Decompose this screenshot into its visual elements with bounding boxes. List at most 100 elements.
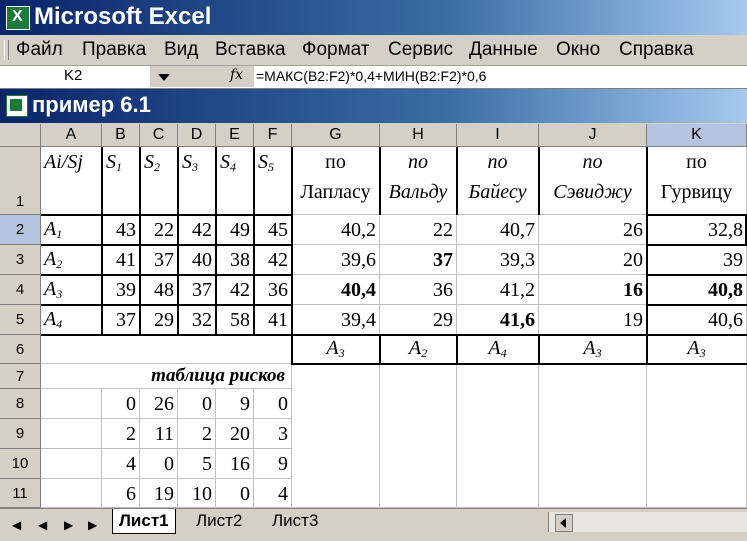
cell-g5[interactable]: 39,4 <box>292 305 380 335</box>
column-header-e[interactable]: E <box>216 124 254 147</box>
cell-j6[interactable]: A3 <box>539 335 647 364</box>
row-header-11[interactable]: 11 <box>0 479 41 508</box>
row-header-7[interactable]: 7 <box>0 364 41 389</box>
cell-c4[interactable]: 48 <box>140 275 178 305</box>
cell-e9[interactable]: 20 <box>216 419 254 449</box>
cell-a3[interactable]: A2 <box>41 245 102 275</box>
last-sheet-icon[interactable]: ▶​ <box>88 518 97 532</box>
prev-sheet-icon[interactable]: ◀ <box>38 518 47 532</box>
cell-e10[interactable]: 16 <box>216 449 254 479</box>
row-header-4[interactable]: 4 <box>0 275 41 305</box>
cell-b4[interactable]: 39 <box>102 275 140 305</box>
spreadsheet-grid[interactable]: A B C D E F G H I J K 1 2 3 4 5 6 7 8 9 … <box>0 124 747 508</box>
cell-a6-f6[interactable] <box>41 335 292 364</box>
row-header-9[interactable]: 9 <box>0 419 41 449</box>
sheet-tab-2[interactable]: Лист2 <box>190 509 248 533</box>
empty-cells-j[interactable] <box>539 364 647 508</box>
column-header-h[interactable]: H <box>380 124 457 147</box>
menu-help[interactable]: Справка <box>619 39 694 61</box>
cell-c1[interactable]: S2 <box>140 147 178 215</box>
cell-h2[interactable]: 22 <box>380 215 457 245</box>
menu-tools[interactable]: Сервис <box>388 39 453 61</box>
cell-e3[interactable]: 38 <box>216 245 254 275</box>
cell-d9[interactable]: 2 <box>178 419 216 449</box>
cell-f8[interactable]: 0 <box>254 389 292 419</box>
cell-e8[interactable]: 9 <box>216 389 254 419</box>
column-header-i[interactable]: I <box>457 124 539 147</box>
cell-d2[interactable]: 42 <box>178 215 216 245</box>
cell-j3[interactable]: 20 <box>539 245 647 275</box>
menu-insert[interactable]: Вставка <box>215 39 286 61</box>
cell-c2[interactable]: 22 <box>140 215 178 245</box>
cell-g4[interactable]: 40,4 <box>292 275 380 305</box>
cell-f4[interactable]: 36 <box>254 275 292 305</box>
row-header-5[interactable]: 5 <box>0 305 41 335</box>
row-header-2[interactable]: 2 <box>0 215 41 245</box>
cell-h1[interactable]: по Вальду <box>380 147 457 215</box>
column-header-g[interactable]: G <box>292 124 380 147</box>
cell-j5[interactable]: 19 <box>539 305 647 335</box>
column-header-d[interactable]: D <box>178 124 216 147</box>
cell-i5[interactable]: 41,6 <box>457 305 539 335</box>
cell-c3[interactable]: 37 <box>140 245 178 275</box>
cell-a1[interactable]: Ai/Sj <box>41 147 102 215</box>
row-header-10[interactable]: 10 <box>0 449 41 479</box>
cell-c5[interactable]: 29 <box>140 305 178 335</box>
cell-h3[interactable]: 37 <box>380 245 457 275</box>
cell-j2[interactable]: 26 <box>539 215 647 245</box>
cell-c11[interactable]: 19 <box>140 479 178 508</box>
cell-a10[interactable] <box>41 449 102 479</box>
cell-i1[interactable]: по Байесу <box>457 147 539 215</box>
cell-c10[interactable]: 0 <box>140 449 178 479</box>
cell-a5[interactable]: A4 <box>41 305 102 335</box>
cell-d5[interactable]: 32 <box>178 305 216 335</box>
cell-a8[interactable] <box>41 389 102 419</box>
cell-d8[interactable]: 0 <box>178 389 216 419</box>
empty-cells-g[interactable] <box>292 364 380 508</box>
cell-a9[interactable] <box>41 419 102 449</box>
cell-b3[interactable]: 41 <box>102 245 140 275</box>
cell-k6[interactable]: A3 <box>647 335 747 364</box>
cell-d4[interactable]: 37 <box>178 275 216 305</box>
column-header-f[interactable]: F <box>254 124 292 147</box>
cell-f1[interactable]: S5 <box>254 147 292 215</box>
scroll-left-icon[interactable] <box>555 514 573 532</box>
menu-edit[interactable]: Правка <box>82 39 146 61</box>
cell-b2[interactable]: 43 <box>102 215 140 245</box>
cell-b5[interactable]: 37 <box>102 305 140 335</box>
cell-d10[interactable]: 5 <box>178 449 216 479</box>
cell-g2[interactable]: 40,2 <box>292 215 380 245</box>
cell-f11[interactable]: 4 <box>254 479 292 508</box>
toolbar-grip[interactable] <box>4 40 9 60</box>
cell-d3[interactable]: 40 <box>178 245 216 275</box>
cell-a4[interactable]: A3 <box>41 275 102 305</box>
cell-a11[interactable] <box>41 479 102 508</box>
cell-i6[interactable]: A4 <box>457 335 539 364</box>
cell-c8[interactable]: 26 <box>140 389 178 419</box>
cell-g1[interactable]: по Лапласу <box>292 147 380 215</box>
risk-table-label[interactable]: таблица рисков <box>41 364 292 389</box>
cell-c9[interactable]: 11 <box>140 419 178 449</box>
first-sheet-icon[interactable]: ◀​ <box>12 518 21 532</box>
cell-b8[interactable]: 0 <box>102 389 140 419</box>
cell-k4[interactable]: 40,8 <box>647 275 747 305</box>
horizontal-scrollbar[interactable] <box>548 512 747 532</box>
cell-f3[interactable]: 42 <box>254 245 292 275</box>
cell-a2[interactable]: A1 <box>41 215 102 245</box>
cell-g6[interactable]: A3 <box>292 335 380 364</box>
cell-b10[interactable]: 4 <box>102 449 140 479</box>
cell-b1[interactable]: S1 <box>102 147 140 215</box>
cell-h4[interactable]: 36 <box>380 275 457 305</box>
sheet-tab-1[interactable]: Лист1 <box>112 509 176 534</box>
column-header-b[interactable]: B <box>102 124 140 147</box>
cell-h6[interactable]: A2 <box>380 335 457 364</box>
cell-d11[interactable]: 10 <box>178 479 216 508</box>
cell-b11[interactable]: 6 <box>102 479 140 508</box>
menu-view[interactable]: Вид <box>164 39 198 61</box>
select-all-corner[interactable] <box>0 124 41 147</box>
empty-cells-i[interactable] <box>457 364 539 508</box>
row-header-3[interactable]: 3 <box>0 245 41 275</box>
cell-i2[interactable]: 40,7 <box>457 215 539 245</box>
cell-e11[interactable]: 0 <box>216 479 254 508</box>
cell-j4[interactable]: 16 <box>539 275 647 305</box>
